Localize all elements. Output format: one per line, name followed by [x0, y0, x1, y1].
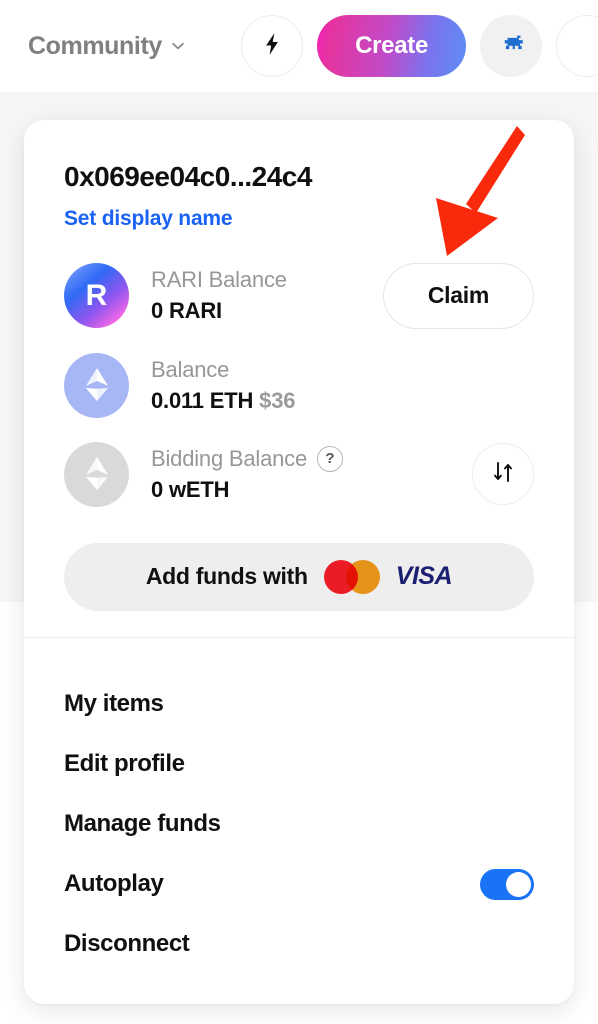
set-display-name-link[interactable]: Set display name — [64, 207, 233, 231]
balance-row-rari: R RARI Balance 0 RARI Claim — [64, 262, 534, 329]
menu-item-label: Manage funds — [64, 810, 221, 838]
menu-item-label: Autoplay — [64, 870, 164, 898]
wallet-dropdown-card: 0x069ee04c0...24c4 Set display name R RA… — [24, 120, 574, 1004]
menu-item-my-items[interactable]: My items — [64, 674, 534, 734]
balance-text-rari: RARI Balance 0 RARI — [151, 267, 287, 324]
balance-value-rari: 0 RARI — [151, 298, 222, 324]
menu-item-disconnect[interactable]: Disconnect — [64, 914, 534, 974]
balance-label-eth: Balance — [151, 356, 230, 382]
balance-label-line-rari: RARI Balance — [151, 267, 287, 293]
help-icon[interactable]: ? — [317, 445, 344, 472]
balance-label-rari: RARI Balance — [151, 267, 287, 293]
mastercard-icon — [323, 559, 380, 594]
autoplay-toggle[interactable] — [480, 868, 534, 900]
ethereum-token-icon — [64, 352, 129, 418]
balance-value-eth: 0.011 ETH — [151, 387, 254, 413]
pixel-wallet-icon — [498, 30, 525, 62]
activity-button[interactable] — [241, 15, 304, 77]
wallet-card-menu: My items Edit profile Manage funds Autop… — [24, 638, 574, 1004]
rari-token-icon: R — [64, 263, 129, 329]
balance-label-weth: Bidding Balance — [151, 445, 308, 471]
balance-value-line-eth: 0.011 ETH $36 — [151, 388, 295, 414]
menu-item-label: Disconnect — [64, 930, 190, 958]
menu-item-autoplay[interactable]: Autoplay — [64, 854, 534, 914]
add-funds-label: Add funds with — [145, 563, 308, 590]
balance-fiat-eth: $36 — [259, 387, 296, 413]
wallet-address: 0x069ee04c0...24c4 — [64, 161, 312, 192]
menu-item-edit-profile[interactable]: Edit profile — [64, 734, 534, 794]
wrapped-ethereum-token-icon — [64, 441, 129, 507]
menu-item-label: Edit profile — [64, 750, 185, 778]
swap-button[interactable] — [472, 443, 534, 506]
top-nav-actions: Create — [241, 15, 598, 77]
wallet-card-top-section: 0x069ee04c0...24c4 Set display name R RA… — [24, 120, 574, 637]
add-funds-button[interactable]: Add funds with VISA — [64, 542, 534, 611]
lightning-bolt-icon — [259, 31, 285, 62]
profile-avatar-button[interactable] — [556, 15, 598, 77]
chevron-down-icon — [171, 39, 185, 53]
balance-label-line-weth: Bidding Balance ? — [151, 445, 344, 472]
balance-text-weth: Bidding Balance ? 0 wETH — [151, 445, 344, 503]
community-dropdown-label: Community — [28, 31, 162, 60]
balance-row-eth: Balance 0.011 ETH $36 — [64, 352, 534, 418]
weth-row-action — [472, 443, 534, 506]
autoplay-toggle-knob — [506, 871, 531, 897]
visa-icon: VISA — [395, 562, 453, 591]
menu-item-manage-funds[interactable]: Manage funds — [64, 794, 534, 854]
menu-item-label: My items — [64, 690, 164, 718]
swap-arrows-icon — [490, 459, 516, 490]
create-button[interactable]: Create — [317, 15, 466, 77]
claim-button[interactable]: Claim — [382, 262, 534, 329]
rari-token-letter: R — [85, 278, 108, 312]
wallet-button[interactable] — [480, 15, 542, 77]
balance-text-eth: Balance 0.011 ETH $36 — [151, 357, 295, 414]
top-navigation-bar: Community Create — [0, 0, 598, 92]
rari-row-action: Claim — [382, 262, 534, 329]
mastercard-orange-circle — [345, 559, 380, 594]
balance-row-weth: Bidding Balance ? 0 wETH — [64, 441, 534, 507]
balance-value-weth: 0 wETH — [151, 476, 230, 502]
balance-label-line-eth: Balance — [151, 357, 295, 383]
community-dropdown[interactable]: Community — [28, 32, 185, 61]
